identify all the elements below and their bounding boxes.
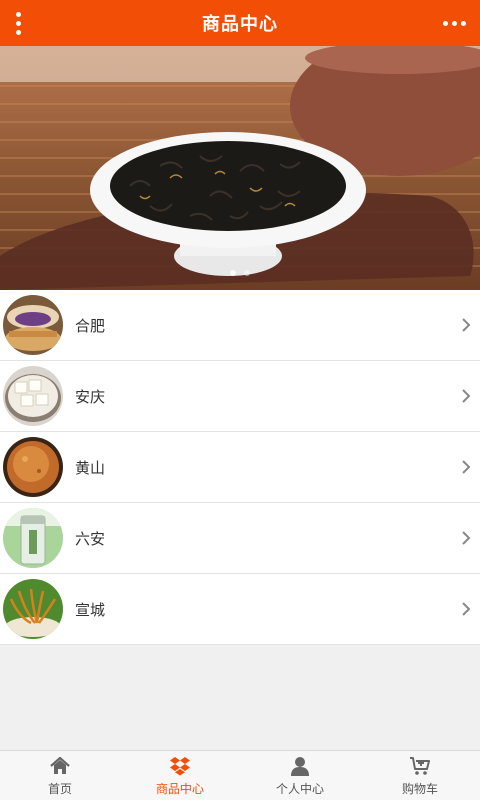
list-item-label: 安庆	[75, 387, 106, 406]
tab-user[interactable]: 个人中心	[240, 751, 360, 800]
list-item-xuancheng[interactable]: 宣城	[0, 574, 480, 645]
cart-icon	[410, 756, 430, 775]
list-item-huangshan[interactable]: 黄山	[0, 432, 480, 503]
home-icon	[50, 756, 70, 774]
tab-label: 购物车	[401, 781, 438, 796]
tea-canister-thumb	[3, 508, 63, 568]
tab-label: 个人中心	[275, 781, 324, 796]
tab-cart[interactable]: 购物车	[360, 751, 480, 800]
user-icon	[291, 756, 309, 776]
category-list: 合肥 安庆 黄山 六安 宣城	[0, 290, 480, 645]
tab-label: 首页	[47, 781, 72, 796]
tab-home[interactable]: 首页	[0, 751, 120, 800]
pastry-thumb	[3, 295, 63, 355]
tofu-thumb	[3, 366, 63, 426]
horizontal-dots-icon[interactable]	[440, 12, 468, 34]
list-item-label: 黄山	[75, 458, 106, 477]
list-item-label: 合肥	[75, 316, 106, 335]
chevron-right-icon	[462, 602, 471, 616]
list-item-luan[interactable]: 六安	[0, 503, 480, 574]
carousel-dot[interactable]	[230, 270, 236, 276]
bottom-tabbar: 首页 商品中心 个人中心 购物车	[0, 750, 480, 800]
noodles-thumb	[3, 579, 63, 639]
chevron-right-icon	[462, 531, 471, 545]
banner-image	[0, 46, 480, 290]
list-item-anqing[interactable]: 安庆	[0, 361, 480, 432]
top-header: 商品中心	[0, 0, 480, 46]
vertical-dots-icon[interactable]	[10, 8, 26, 38]
list-item-label: 宣城	[75, 600, 106, 619]
flatbread-thumb	[3, 437, 63, 497]
tab-products[interactable]: 商品中心	[120, 751, 240, 800]
tab-label: 商品中心	[155, 781, 204, 796]
chevron-right-icon	[462, 318, 471, 332]
chevron-right-icon	[462, 460, 471, 474]
carousel-dot[interactable]	[244, 270, 250, 276]
page-title: 商品中心	[202, 14, 278, 35]
list-item-label: 六安	[75, 529, 106, 548]
chevron-right-icon	[462, 389, 471, 403]
carousel-dots	[0, 270, 480, 276]
banner-carousel[interactable]	[0, 46, 480, 290]
products-icon	[170, 756, 190, 775]
list-item-hefei[interactable]: 合肥	[0, 290, 480, 361]
